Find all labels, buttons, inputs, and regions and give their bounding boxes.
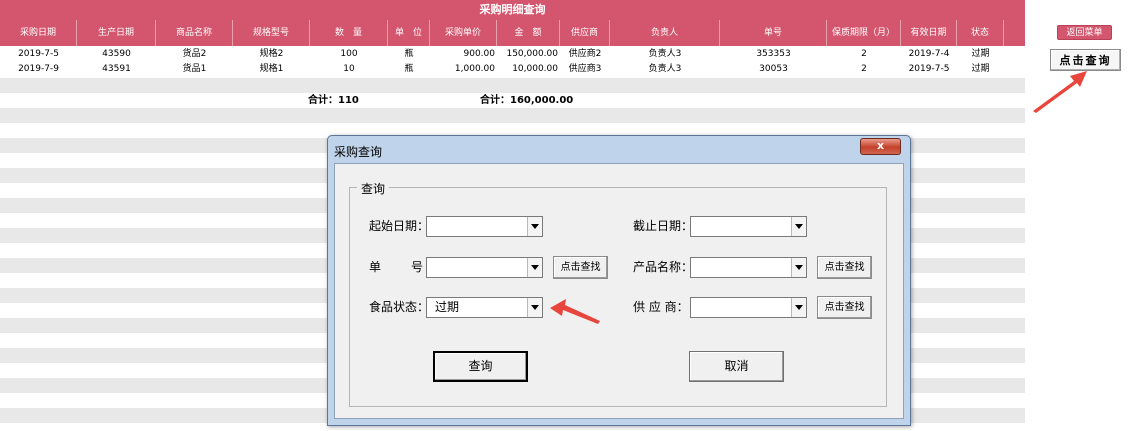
column-header: 生产日期 — [77, 20, 156, 46]
table-cell: 900.00 — [463, 49, 496, 59]
column-header: 金 额 — [497, 20, 560, 46]
end-date-combo[interactable] — [690, 216, 807, 237]
column-header: 负责人 — [610, 20, 720, 46]
purchase-query-dialog: 采购查询 x 查询 起始日期： 截止日期： 单 号 点击查找 产品名称： 点击查… — [327, 135, 911, 426]
chevron-down-icon[interactable] — [791, 298, 806, 317]
table-cell: 过期 — [971, 49, 990, 59]
chevron-down-icon[interactable] — [527, 217, 542, 236]
table-cell: 2019-7-5 — [18, 49, 59, 59]
chevron-down-icon[interactable] — [527, 298, 542, 317]
order-no-label-b: 号 — [411, 260, 424, 274]
start-date-combo[interactable] — [426, 216, 543, 237]
supplier-label: 供 应 商： — [633, 300, 689, 314]
total-amount: 合计：160,000.00 — [480, 95, 574, 106]
column-header: 单 位 — [388, 20, 430, 46]
table-cell: 2019-7-4 — [908, 49, 950, 59]
cancel-button[interactable]: 取消 — [689, 351, 784, 382]
food-status-label: 食品状态： — [369, 300, 430, 314]
column-header: 有效日期 — [901, 20, 957, 46]
table-cell: 2 — [861, 64, 867, 74]
table-cell: 2 — [861, 49, 867, 59]
table-cell: 过期 — [971, 64, 990, 74]
table-header: 采购日期 生产日期 商品名称 规格型号数 量单 位采购单价金 额供应商 负责人 单号 保质期… — [0, 20, 1025, 46]
table-cell: 1,000.00 — [454, 64, 495, 74]
table-cell: 瓶 — [404, 64, 414, 74]
close-icon: x — [876, 139, 885, 152]
column-header: 状态 — [957, 20, 1004, 46]
table-cell: 供应商3 — [568, 64, 602, 74]
end-date-label: 截止日期： — [633, 219, 694, 233]
total-row: 合计：110 合计：160,000.00 — [0, 93, 1025, 108]
column-header: 单号 — [720, 20, 827, 46]
annotation-arrow-icon — [1033, 71, 1087, 113]
table-cell: 10,000.00 — [512, 64, 558, 74]
order-no-label-a: 单 — [369, 260, 382, 274]
total-quantity: 合计：110 — [308, 95, 359, 106]
table-cell: 货品2 — [182, 49, 207, 59]
table-cell: 货品1 — [182, 64, 207, 74]
table-cell: 2019-7-5 — [908, 64, 950, 74]
group-label: 查询 — [357, 180, 390, 197]
table-cell: 43590 — [102, 49, 131, 59]
chevron-down-icon[interactable] — [791, 258, 806, 277]
table-cell: 供应商2 — [568, 49, 602, 59]
supplier-combo[interactable] — [690, 297, 807, 318]
table-cell: 10 — [343, 64, 355, 74]
find-order-button[interactable]: 点击查找 — [553, 256, 608, 279]
column-header: 采购日期 — [0, 20, 77, 46]
table-cell: 150,000.00 — [506, 49, 558, 59]
find-product-button[interactable]: 点击查找 — [817, 256, 872, 279]
start-date-label: 起始日期： — [369, 219, 430, 233]
column-header: 保质期限（月） — [827, 20, 901, 46]
column-header: 采购单价 — [430, 20, 497, 46]
table-row: 2019-7-9 43591 货品1 规格1 10 瓶 1,000.00 10,000.00 供… — [0, 62, 1025, 77]
table-cell: 规格1 — [259, 64, 284, 74]
order-no-combo[interactable] — [426, 257, 543, 278]
food-status-combo[interactable]: 过期 — [426, 297, 543, 318]
dialog-title: 采购查询 — [334, 145, 383, 159]
annotation-arrow-icon — [550, 299, 600, 324]
table-cell: 353353 — [756, 49, 791, 59]
table-cell: 负责人3 — [648, 49, 682, 59]
product-name-label: 产品名称： — [633, 260, 694, 274]
chevron-down-icon[interactable] — [791, 217, 806, 236]
table-cell: 100 — [340, 49, 358, 59]
return-menu-button[interactable]: 返回菜单 — [1057, 25, 1112, 40]
table-cell: 43591 — [102, 64, 131, 74]
column-header: 商品名称 — [156, 20, 233, 46]
table-cell: 负责人3 — [648, 64, 682, 74]
sheet-title: 采购明细查询 — [0, 0, 1025, 20]
column-header: 供应商 — [560, 20, 610, 46]
table-cell: 瓶 — [404, 49, 414, 59]
chevron-down-icon[interactable] — [527, 258, 542, 277]
table-cell: 2019-7-9 — [18, 64, 59, 74]
dialog-body: 查询 起始日期： 截止日期： 单 号 点击查找 产品名称： 点击查找 食品状态：… — [334, 163, 904, 419]
column-header: 数 量 — [310, 20, 388, 46]
query-button[interactable]: 查询 — [433, 351, 528, 382]
column-header: 规格型号 — [233, 20, 310, 46]
product-name-combo[interactable] — [690, 257, 807, 278]
food-status-value: 过期 — [435, 300, 460, 314]
close-button[interactable]: x — [860, 138, 901, 155]
table-row: 2019-7-5 43590 货品2 规格2 100 瓶 900.00 150,000.00 供… — [0, 47, 1025, 62]
find-supplier-button[interactable]: 点击查找 — [817, 296, 872, 319]
table-cell: 规格2 — [259, 49, 284, 59]
table-cell: 30053 — [759, 64, 788, 74]
